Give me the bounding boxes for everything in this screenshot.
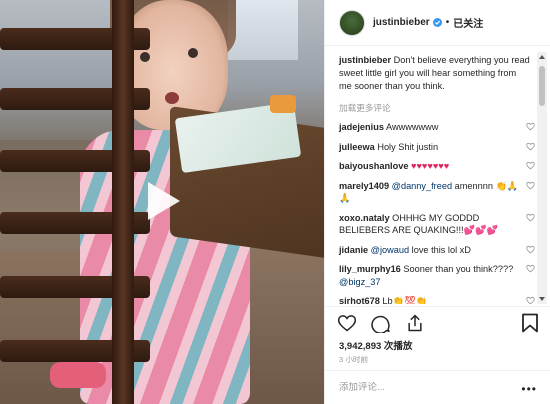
child-eye-right: [188, 48, 198, 58]
comment-text: love this lol xD: [409, 244, 471, 255]
comment-row: sirhot678 Lb👏💯👏: [339, 295, 537, 304]
post-sidebar: justinbieber • 已关注 justinbieber Don't be…: [324, 0, 550, 404]
verified-badge-icon: [432, 18, 442, 27]
action-bar: [325, 306, 550, 338]
more-options-icon[interactable]: •••: [521, 382, 537, 396]
comment-mention[interactable]: @jowaud: [371, 245, 409, 255]
comment-like-heart-icon[interactable]: [526, 181, 535, 190]
comment-username[interactable]: marely1409: [339, 181, 389, 191]
comment-mention[interactable]: @bigz_37: [339, 277, 381, 287]
comment-like-heart-icon[interactable]: [526, 122, 535, 131]
comment-icon[interactable]: [371, 313, 391, 333]
comment-row: jadejenius Awwwwwww: [339, 121, 537, 134]
comment-text: Holy Shit justin: [377, 141, 439, 152]
comment-like-heart-icon[interactable]: [526, 296, 535, 304]
comments-list[interactable]: justinbieber Don't believe everything yo…: [325, 54, 537, 304]
author-username[interactable]: justinbieber: [373, 17, 430, 28]
comment-username[interactable]: julleewa: [339, 142, 375, 152]
comment-like-heart-icon[interactable]: [526, 245, 535, 254]
comment-username[interactable]: jadejenius: [339, 122, 384, 132]
comments-scrollbar[interactable]: [537, 52, 547, 304]
avatar[interactable]: [339, 9, 365, 36]
view-count: 3,942,893 次播放: [339, 341, 413, 352]
post-caption: justinbieber Don't believe everything yo…: [339, 54, 537, 93]
instagram-post-frame: justinbieber • 已关注 justinbieber Don't be…: [0, 0, 550, 404]
bookmark-icon[interactable]: [521, 313, 539, 333]
post-time: 3 小时前: [339, 355, 369, 364]
comment-username[interactable]: lily_murphy16: [339, 264, 401, 274]
comment-row: baiyoushanlove ♥♥♥♥♥♥♥: [339, 160, 537, 173]
comment-text: Sooner than you think????: [403, 264, 514, 274]
scroll-down-icon[interactable]: [537, 294, 547, 304]
post-video[interactable]: [0, 0, 324, 404]
load-more-comments[interactable]: 加载更多评论: [339, 102, 537, 114]
header-separator: •: [445, 17, 450, 28]
comment-like-heart-icon[interactable]: [526, 142, 535, 151]
comment-like-heart-icon[interactable]: [526, 213, 535, 222]
scroll-up-icon[interactable]: [537, 52, 547, 62]
comment-row: julleewa Holy Shit justin: [339, 141, 537, 154]
follow-status[interactable]: 已关注: [453, 15, 483, 30]
play-icon: [148, 182, 180, 220]
chair-post: [112, 0, 134, 404]
comment-input[interactable]: [339, 382, 499, 393]
comment-username[interactable]: xoxo.nataly: [339, 213, 390, 223]
comment-row: xoxo.nataly OHHHG MY GODDD BELIEBERS ARE…: [339, 212, 537, 237]
share-icon[interactable]: [405, 313, 425, 333]
comment-username[interactable]: sirhot678: [339, 296, 380, 304]
comment-like-heart-icon[interactable]: [526, 161, 535, 170]
comment-text: Awwwwwww: [385, 122, 439, 132]
add-comment-bar: •••: [325, 370, 550, 404]
comment-mention[interactable]: @danny_freed: [392, 181, 452, 191]
comment-text: ♥♥♥♥♥♥♥: [411, 161, 450, 171]
comment-row: lily_murphy16 Sooner than you think???? …: [339, 263, 537, 288]
caption-username[interactable]: justinbieber: [339, 55, 391, 65]
comment-row: jidanie @jowaud love this lol xD: [339, 244, 537, 257]
post-header: justinbieber • 已关注: [325, 0, 550, 46]
heart-icon[interactable]: [337, 313, 357, 333]
orange-cup: [270, 95, 296, 113]
comment-username[interactable]: jidanie: [339, 245, 368, 255]
comment-container: jadejenius Awwwwwww julleewa Holy Shit ju…: [339, 121, 537, 304]
video-background-window: [228, 0, 298, 60]
comment-username[interactable]: baiyoushanlove: [339, 161, 408, 171]
comment-row: marely1409 @danny_freed amennnn 👏🙏🙏: [339, 180, 537, 205]
scrollbar-thumb[interactable]: [539, 66, 545, 106]
play-button[interactable]: [140, 178, 186, 224]
comment-like-heart-icon[interactable]: [526, 264, 535, 273]
comment-text: Lb👏💯👏: [382, 296, 427, 304]
